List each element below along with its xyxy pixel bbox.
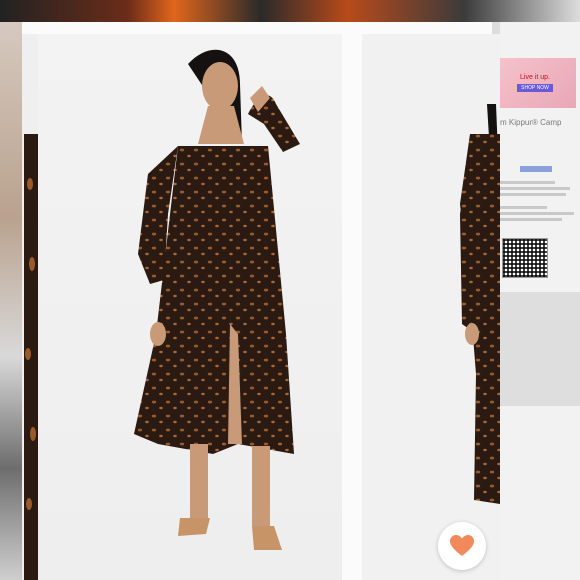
carousel-previous-image[interactable] — [22, 34, 38, 580]
heart-icon — [450, 535, 474, 556]
background-qr-code — [502, 238, 548, 278]
background-top-strip — [0, 0, 580, 22]
background-ad-headline: Live it up. — [520, 74, 550, 81]
background-ad: Live it up. SHOP NOW — [494, 58, 576, 108]
background-ad-cta: SHOP NOW — [517, 84, 553, 92]
background-chip — [520, 166, 552, 172]
product-image-carousel[interactable] — [22, 22, 500, 580]
favorite-button[interactable] — [438, 522, 486, 570]
background-thumbnails — [496, 292, 580, 406]
background-heading: m Kippur® Camp — [500, 118, 562, 127]
carousel-next-image[interactable] — [362, 34, 500, 580]
carousel-current-image[interactable] — [38, 34, 342, 580]
previous-image-dress-edge — [24, 134, 38, 580]
background-text-lines — [500, 178, 578, 224]
next-image-model-back — [460, 104, 500, 504]
